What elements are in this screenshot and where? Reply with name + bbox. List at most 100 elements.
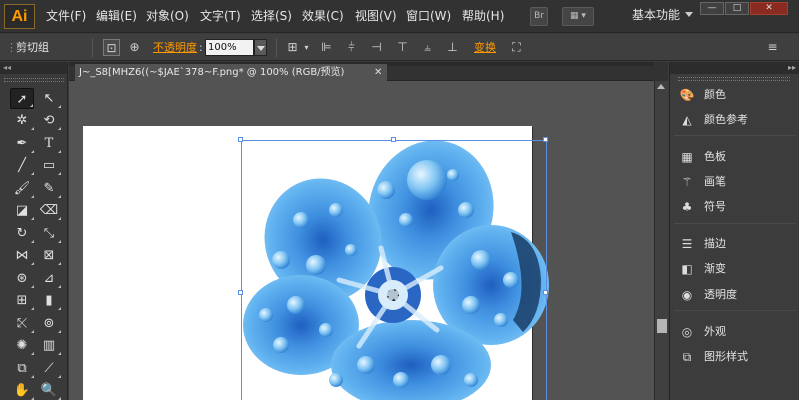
panel-transparency[interactable]: ◉ 透明度 [670,283,799,307]
panel-graphic-styles[interactable]: ⧉ 图形样式 [670,345,799,369]
bbox-handle-middle-left[interactable] [238,290,243,295]
collapse-panel-icon[interactable]: ◂◂ [0,62,67,74]
perspective-grid-tool-icon[interactable]: ⊿ [37,268,61,289]
divider [674,223,796,224]
magic-wand-tool-icon[interactable]: ✲ [10,110,34,131]
maximize-button[interactable]: □ [725,2,749,15]
menu-effect[interactable]: 效果(C) [302,0,344,33]
lasso-tool-icon[interactable]: ⟲ [37,110,61,131]
opacity-label[interactable]: 不透明度 [153,34,197,61]
panel-stroke[interactable]: ☰ 描边 [670,232,799,256]
gradient-icon: ◧ [681,262,693,276]
bbox-handle-top-left[interactable] [238,137,243,142]
menu-object[interactable]: 对象(O) [146,0,189,33]
menu-window[interactable]: 窗口(W) [406,0,451,33]
menu-file[interactable]: 文件(F) [46,0,86,33]
free-transform-tool-icon[interactable]: ⊠ [37,245,61,266]
bridge-button[interactable]: Br [530,7,548,26]
workspace-switcher[interactable]: 基本功能 [632,0,680,33]
vertical-scrollbar[interactable] [654,81,668,400]
arrange-documents-button[interactable]: ▦ ▾ [562,7,594,26]
scroll-up-icon[interactable] [657,84,665,89]
panel-grip[interactable] [4,78,64,82]
column-graph-tool-icon[interactable]: ▥ [37,335,61,356]
panel-color-guide-label: 颜色参考 [704,113,748,126]
line-tool-icon[interactable]: ╱ [10,155,34,176]
panel-gradient[interactable]: ◧ 渐变 [670,257,799,281]
panel-symbols[interactable]: ♣ 符号 [670,195,799,219]
artboard-tool-icon[interactable]: ⧉ [10,358,34,379]
document-canvas-area[interactable]: J~_S8[MHZ6((~$JAE`378~F.png* @ 100% (RGB… [69,62,654,400]
type-tool-icon[interactable]: T [37,133,61,154]
hand-tool-icon[interactable]: ✋ [10,380,34,400]
paintbrush-tool-icon[interactable]: 🖌 [10,178,34,199]
close-icon[interactable]: ✕ [374,64,382,81]
menu-view[interactable]: 视图(V) [355,0,397,33]
scale-tool-icon[interactable]: ⤡ [37,223,61,244]
direct-selection-tool-icon[interactable]: ↖ [37,88,61,109]
eraser-tool-icon[interactable]: ⌫ [37,200,61,221]
align-bottom-icon[interactable]: ⊥ [444,39,461,56]
blend-tool-icon[interactable]: ⊚ [37,313,61,334]
document-tab[interactable]: J~_S8[MHZ6((~$JAE`378~F.png* @ 100% (RGB… [75,64,387,81]
divider [276,38,277,57]
transform-link[interactable]: 变换 [474,34,496,61]
scrollbar-thumb[interactable] [657,319,667,333]
isolate-icon[interactable]: ⛶ [508,39,525,56]
gradient-tool-icon[interactable]: ▮ [37,290,61,311]
bbox-handle-middle-right[interactable] [543,290,548,295]
shape-builder-tool-icon[interactable]: ⊛ [10,268,34,289]
pen-tool-icon[interactable]: ✒ [10,133,34,154]
panel-grip[interactable] [678,77,790,81]
panel-color-label: 颜色 [704,88,726,101]
align-right-icon[interactable]: ⊣ [368,39,385,56]
stroke-icon: ☰ [681,237,693,251]
zoom-tool-icon[interactable]: 🔍 [37,380,61,400]
chevron-down-icon[interactable] [685,12,693,17]
selection-tool-icon[interactable]: ➚ [10,88,34,109]
panel-transparency-label: 透明度 [704,288,737,301]
opacity-input[interactable]: 100% [205,39,254,56]
mesh-tool-icon[interactable]: ⊞ [10,290,34,311]
tools-panel: ◂◂ ➚ ↖ ✲ ⟲ ✒ T ╱ ▭ 🖌 ✎ ◪ ⌫ ↻ ⤡ ⋈ ⊠ ⊛ ⊿ ⊞… [0,62,68,400]
opacity-dropdown[interactable] [254,39,267,56]
close-button[interactable]: ✕ [750,2,788,15]
panel-graphic-styles-label: 图形样式 [704,350,748,363]
bbox-handle-top-right[interactable] [543,137,548,142]
minimize-button[interactable]: — [700,2,724,15]
panel-color-guide[interactable]: ◭ 颜色参考 [670,108,799,132]
edit-clipping-path-icon[interactable]: ⊡ [103,39,120,56]
menu-type[interactable]: 文字(T) [200,0,241,33]
eyedropper-tool-icon[interactable]: ⤪ [10,313,34,334]
menu-help[interactable]: 帮助(H) [462,0,504,33]
align-middle-icon[interactable]: ⫨ [419,39,436,56]
panel-brushes[interactable]: ⚚ 画笔 [670,170,799,194]
divider [92,38,93,57]
pencil-tool-icon[interactable]: ✎ [37,178,61,199]
panel-appearance[interactable]: ◎ 外观 [670,320,799,344]
align-left-icon[interactable]: ⊫ [318,39,335,56]
panel-menu-icon[interactable]: ≡ [764,39,781,56]
symbol-sprayer-tool-icon[interactable]: ✺ [10,335,34,356]
edit-contents-icon[interactable]: ⊕ [126,39,143,56]
width-tool-icon[interactable]: ⋈ [10,245,34,266]
align-top-icon[interactable]: ⊤ [394,39,411,56]
rectangle-tool-icon[interactable]: ▭ [37,155,61,176]
menu-edit[interactable]: 编辑(E) [96,0,137,33]
panel-swatches[interactable]: ▦ 色板 [670,145,799,169]
rotate-tool-icon[interactable]: ↻ [10,223,34,244]
slice-tool-icon[interactable]: ⟋ [37,358,61,379]
scrollbar-header [654,62,668,81]
chevron-down-icon[interactable]: ▾ [298,39,315,56]
blob-brush-tool-icon[interactable]: ◪ [10,200,34,221]
transparency-icon: ◉ [681,288,693,302]
align-center-icon[interactable]: ⫩ [343,39,360,56]
panel-color[interactable]: 🎨 颜色 [670,83,799,107]
menu-select[interactable]: 选择(S) [251,0,292,33]
palette-icon: 🎨 [679,88,695,102]
illustrator-window: Ai 文件(F) 编辑(E) 对象(O) 文字(T) 选择(S) 效果(C) 视… [0,0,799,400]
panel-swatches-label: 色板 [704,150,726,163]
panel-dock: ▸▸ 🎨 颜色 ◭ 颜色参考 ▦ 色板 ⚚ 画笔 ♣ 符号 ☰ 描边 ◧ 渐变 … [669,62,799,400]
bbox-handle-top-center[interactable] [391,137,396,142]
expand-panels-icon[interactable]: ▸▸ [670,62,799,74]
